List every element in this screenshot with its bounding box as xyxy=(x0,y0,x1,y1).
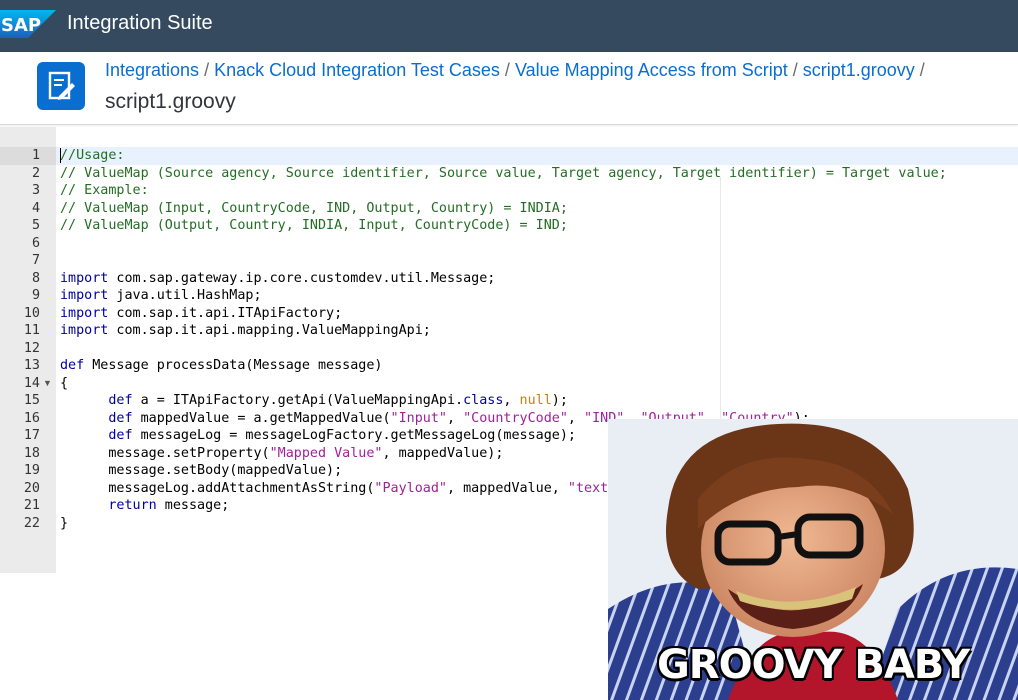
object-header: Integrations / Knack Cloud Integration Tes… xyxy=(0,52,1018,125)
code-line[interactable] xyxy=(56,340,1018,358)
fold-toggle-icon[interactable]: ▼ xyxy=(43,378,52,388)
line-number: 17 xyxy=(23,428,40,443)
page-title: script1.groovy xyxy=(105,90,236,113)
code-line[interactable]: import java.util.HashMap; xyxy=(56,287,1018,305)
code-line[interactable]: { xyxy=(56,375,1018,393)
breadcrumb-package[interactable]: Knack Cloud Integration Test Cases xyxy=(214,60,500,80)
line-number: 2 xyxy=(31,165,40,181)
line-number: 15 xyxy=(23,393,40,408)
svg-text:SAP: SAP xyxy=(1,15,41,36)
meme-image: GROOVY BABY xyxy=(608,419,1018,700)
shell-bar: SAP Integration Suite xyxy=(0,0,1018,52)
breadcrumb-separator: / xyxy=(504,60,510,80)
line-number: 7 xyxy=(31,253,40,268)
code-line[interactable]: // ValueMap (Input, CountryCode, IND, Ou… xyxy=(56,200,1018,218)
breadcrumb-script[interactable]: script1.groovy xyxy=(803,60,915,80)
sap-logo[interactable]: SAP xyxy=(0,10,56,38)
breadcrumb-integrations[interactable]: Integrations xyxy=(105,60,199,80)
line-number: 6 xyxy=(31,235,40,251)
app-title: Integration Suite xyxy=(67,12,213,34)
code-line[interactable]: // ValueMap (Source agency, Source ident… xyxy=(56,165,1018,183)
code-line[interactable]: def a = ITApiFactory.getApi(ValueMapping… xyxy=(56,392,1018,410)
code-line[interactable] xyxy=(56,235,1018,253)
line-number: 1 xyxy=(31,148,40,163)
line-number: 11 xyxy=(23,323,40,338)
code-line[interactable]: //Usage: xyxy=(56,147,1018,165)
text-cursor xyxy=(60,148,61,163)
code-line[interactable] xyxy=(56,252,1018,270)
line-number: 4 xyxy=(31,200,40,216)
line-number: 8 xyxy=(31,270,40,286)
line-number: 14 xyxy=(23,375,40,391)
breadcrumb-separator: / xyxy=(204,60,210,80)
line-number: 3 xyxy=(31,183,40,198)
code-line[interactable]: // ValueMap (Output, Country, INDIA, Inp… xyxy=(56,217,1018,235)
code-line[interactable]: def Message processData(Message message) xyxy=(56,357,1018,375)
line-number: 18 xyxy=(23,445,40,461)
line-number: 5 xyxy=(31,218,40,233)
code-editor[interactable]: 1 2 3 4 5 6 7 8 9 10 11 12 13 14 ▼ 15 16 17 18 19 20 21 22 //U… xyxy=(0,127,1018,700)
breadcrumb-separator: / xyxy=(792,60,798,80)
code-line[interactable]: import com.sap.it.api.mapping.ValueMappi… xyxy=(56,322,1018,340)
line-number: 10 xyxy=(23,305,40,321)
breadcrumb: Integrations / Knack Cloud Integration Tes… xyxy=(105,60,930,81)
breadcrumb-separator: / xyxy=(919,60,925,80)
line-number: 12 xyxy=(23,340,40,356)
script-edit-icon xyxy=(37,62,85,110)
line-number: 16 xyxy=(23,410,40,426)
line-number-gutter: 1 2 3 4 5 6 7 8 9 10 11 12 13 14 ▼ 15 16 17 18 19 20 21 22 xyxy=(0,127,56,573)
line-number: 19 xyxy=(23,463,40,478)
breadcrumb-iflow[interactable]: Value Mapping Access from Script xyxy=(515,60,788,80)
line-number: 20 xyxy=(23,480,40,496)
line-number: 22 xyxy=(23,515,40,531)
code-line[interactable]: // Example: xyxy=(56,182,1018,200)
code-line[interactable]: import com.sap.gateway.ip.core.customdev… xyxy=(56,270,1018,288)
code-line[interactable]: import com.sap.it.api.ITApiFactory; xyxy=(56,305,1018,323)
line-number: 21 xyxy=(23,498,40,513)
line-number: 13 xyxy=(23,358,40,373)
meme-caption: GROOVY BABY xyxy=(656,642,970,688)
line-number: 9 xyxy=(31,288,40,303)
